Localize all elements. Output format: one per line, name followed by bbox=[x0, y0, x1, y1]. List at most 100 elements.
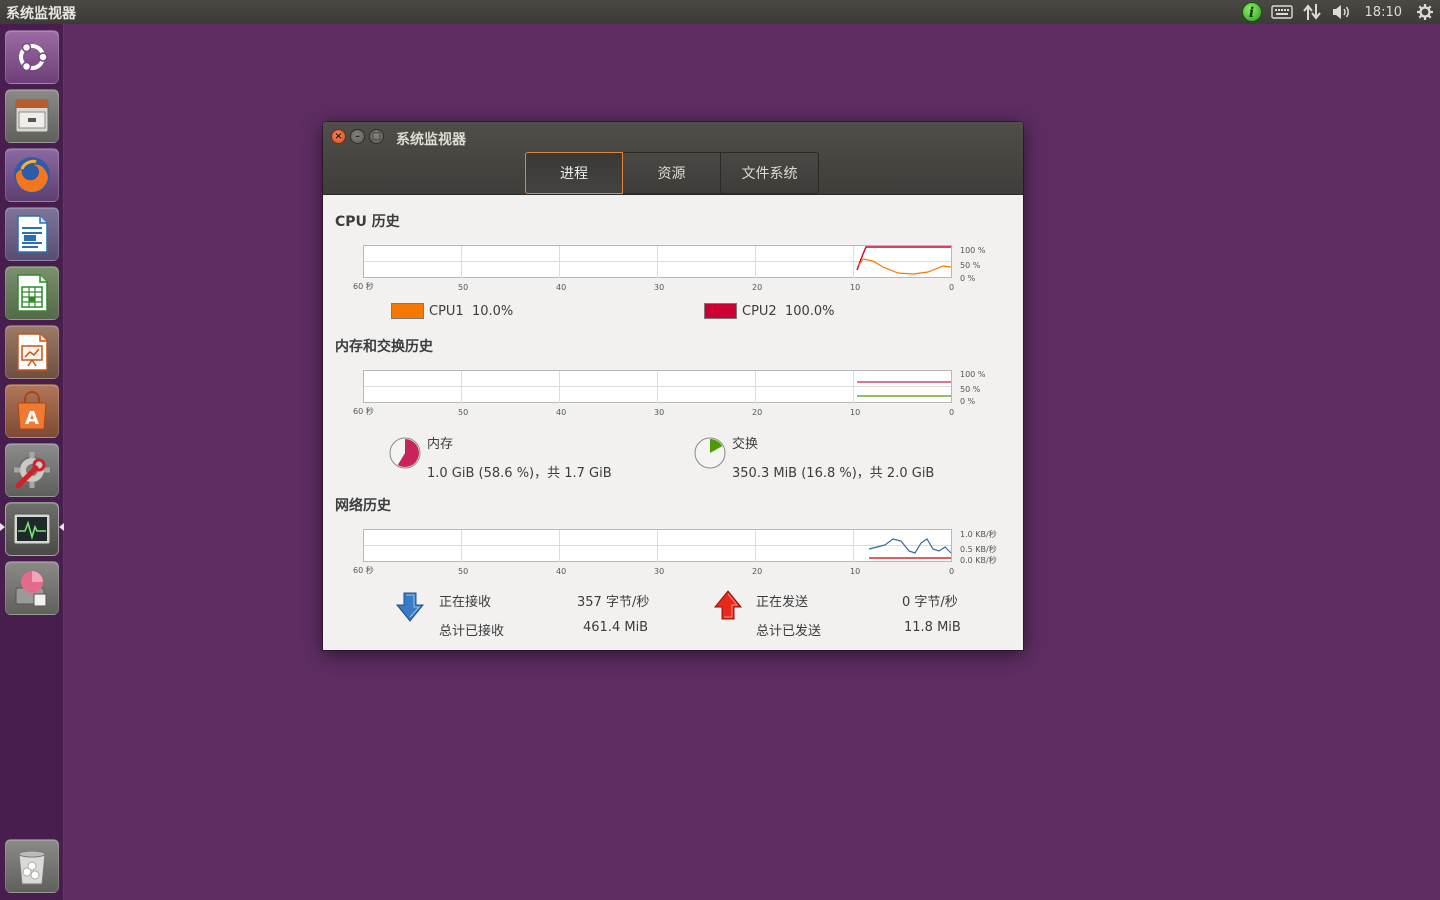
resources-panel: CPU 历史 60 秒 50 40 30 20 10 0 100 % 50 % … bbox=[323, 195, 1023, 650]
launcher-firefox[interactable] bbox=[5, 148, 59, 202]
session-indicator[interactable] bbox=[1410, 0, 1440, 24]
launcher-libreoffice-calc[interactable] bbox=[5, 266, 59, 320]
launcher-system-settings[interactable] bbox=[5, 443, 59, 497]
launcher-system-monitor[interactable] bbox=[5, 502, 59, 556]
network-x-tick: 60 秒 bbox=[353, 566, 374, 575]
cpu2-legend[interactable]: CPU2 100.0% bbox=[704, 303, 835, 319]
running-indicator-left bbox=[0, 523, 5, 531]
maximize-button[interactable]: □ bbox=[369, 129, 384, 144]
software-bag-icon: A bbox=[17, 391, 47, 430]
memory-x-tick: 50 bbox=[458, 408, 469, 417]
cpu-y-tick: 50 % bbox=[960, 261, 981, 270]
minimize-button[interactable]: – bbox=[350, 129, 365, 144]
sending-label: 正在发送 bbox=[756, 595, 809, 610]
network-x-tick: 40 bbox=[556, 567, 567, 576]
network-icon bbox=[1302, 4, 1321, 20]
total-received-label: 总计已接收 bbox=[439, 624, 505, 639]
cpu1-color-swatch[interactable] bbox=[391, 303, 424, 319]
tab-resources[interactable]: 资源 bbox=[623, 152, 721, 194]
memory-history-graph bbox=[363, 370, 953, 404]
info-indicator[interactable]: i bbox=[1237, 0, 1267, 24]
launcher-libreoffice-writer[interactable] bbox=[5, 207, 59, 261]
cpu-graph-svg bbox=[363, 245, 952, 278]
launcher-files[interactable] bbox=[5, 89, 59, 143]
total-sent-value: 11.8 MiB bbox=[904, 620, 961, 635]
cpu-history-graph bbox=[363, 245, 953, 279]
volume-icon bbox=[1332, 5, 1349, 19]
network-x-tick: 30 bbox=[654, 567, 665, 576]
running-indicator-right bbox=[59, 523, 64, 531]
cpu-x-tick: 20 bbox=[752, 283, 763, 292]
cpu-y-tick: 0 % bbox=[960, 274, 976, 283]
file-cabinet-icon bbox=[15, 99, 49, 133]
memory-label: 内存 bbox=[427, 437, 454, 452]
swap-pie[interactable] bbox=[694, 437, 726, 469]
system-monitor-window: × – □ 系统监视器 进程 资源 文件系统 CPU 历史 60 秒 50 40… bbox=[323, 122, 1023, 650]
system-monitor-icon bbox=[13, 513, 51, 545]
clock[interactable]: 18:10 bbox=[1357, 0, 1410, 24]
launcher: A bbox=[0, 24, 64, 900]
swap-label: 交换 bbox=[732, 437, 759, 452]
network-graph-svg bbox=[363, 529, 952, 562]
memory-pie[interactable] bbox=[389, 437, 421, 469]
calc-spreadsheet-icon bbox=[17, 274, 48, 312]
ubuntu-logo-icon bbox=[19, 42, 48, 72]
trash-icon bbox=[18, 850, 46, 885]
memory-y-tick: 100 % bbox=[960, 370, 986, 379]
memory-y-tick: 0 % bbox=[960, 397, 976, 406]
launcher-ubuntu-software[interactable]: A bbox=[5, 384, 59, 438]
network-y-tick: 1.0 KB/秒 bbox=[960, 530, 997, 539]
launcher-libreoffice-impress[interactable] bbox=[5, 325, 59, 379]
window-title: 系统监视器 bbox=[396, 132, 466, 148]
network-x-tick: 20 bbox=[752, 567, 763, 576]
memory-x-tick: 60 秒 bbox=[353, 407, 374, 416]
active-app-title: 系统监视器 bbox=[6, 6, 76, 22]
memory-x-tick: 40 bbox=[556, 408, 567, 417]
memory-x-tick: 0 bbox=[949, 408, 955, 417]
view-tabs: 进程 资源 文件系统 bbox=[525, 152, 819, 194]
memory-history-title: 内存和交换历史 bbox=[335, 339, 433, 355]
memory-y-tick: 50 % bbox=[960, 385, 981, 394]
cpu-y-tick: 100 % bbox=[960, 246, 986, 255]
cpu-x-tick: 60 秒 bbox=[353, 282, 374, 291]
receiving-label: 正在接收 bbox=[439, 595, 492, 610]
cpu-x-tick: 30 bbox=[654, 283, 665, 292]
keyboard-icon bbox=[1270, 5, 1293, 19]
cpu1-legend[interactable]: CPU1 10.0% bbox=[391, 303, 513, 319]
writer-document-icon bbox=[17, 215, 48, 253]
cpu2-color-swatch[interactable] bbox=[704, 303, 737, 319]
svg-text:A: A bbox=[25, 408, 39, 429]
download-arrow-icon[interactable] bbox=[395, 591, 425, 623]
cpu-x-tick: 50 bbox=[458, 283, 469, 292]
info-icon: i bbox=[1241, 2, 1262, 22]
keyboard-indicator[interactable] bbox=[1267, 0, 1297, 24]
cpu-history-title: CPU 历史 bbox=[335, 214, 400, 230]
tab-processes[interactable]: 进程 bbox=[525, 152, 623, 194]
upload-arrow-icon[interactable] bbox=[712, 589, 744, 621]
cpu1-label: CPU1 10.0% bbox=[429, 303, 514, 319]
tab-file-systems[interactable]: 文件系统 bbox=[721, 152, 819, 194]
memory-x-tick: 20 bbox=[752, 408, 763, 417]
memory-x-tick: 30 bbox=[654, 408, 665, 417]
impress-presentation-icon bbox=[17, 333, 48, 371]
network-y-tick: 0.5 KB/秒 bbox=[960, 545, 997, 554]
top-panel: 系统监视器 i 18:10 bbox=[0, 0, 1440, 24]
sound-indicator[interactable] bbox=[1327, 0, 1357, 24]
memory-value: 1.0 GiB (58.6 %)，共 1.7 GiB bbox=[427, 466, 612, 481]
launcher-disk-usage[interactable] bbox=[5, 561, 59, 615]
swap-value: 350.3 MiB (16.8 %)，共 2.0 GiB bbox=[732, 466, 935, 481]
cpu-x-tick: 10 bbox=[850, 283, 861, 292]
sending-value: 0 字节/秒 bbox=[902, 595, 958, 610]
memory-graph-svg bbox=[363, 370, 952, 403]
disk-usage-icon bbox=[15, 571, 47, 607]
close-button[interactable]: × bbox=[331, 129, 346, 144]
cpu-x-tick: 0 bbox=[949, 283, 955, 292]
network-indicator[interactable] bbox=[1297, 0, 1327, 24]
network-history-graph bbox=[363, 529, 953, 563]
network-x-tick: 0 bbox=[949, 567, 955, 576]
indicator-area: i 18:10 bbox=[1237, 0, 1440, 24]
window-titlebar[interactable]: × – □ 系统监视器 进程 资源 文件系统 bbox=[323, 122, 1023, 195]
launcher-trash[interactable] bbox=[5, 839, 59, 893]
settings-wrench-icon bbox=[14, 452, 50, 489]
launcher-ubuntu-dash[interactable] bbox=[5, 30, 59, 84]
